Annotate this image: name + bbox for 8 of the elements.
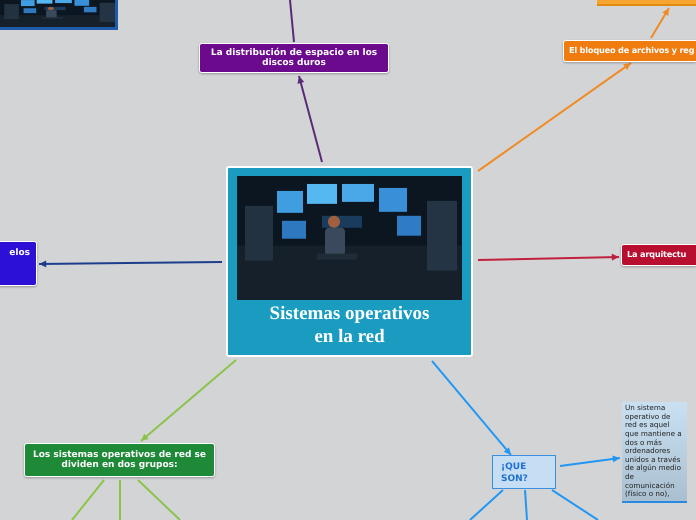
central-title: Sistemas operativos en la red — [268, 303, 430, 349]
topic-node[interactable]: El bloqueo de archivos y reg — [563, 40, 696, 62]
topic-node[interactable]: La arquitectu — [621, 244, 696, 266]
topic-node[interactable]: Los sistemas operativos de red se dividen en dos grupos: — [24, 443, 215, 477]
subtopic-node[interactable]: ¡QUE SON? — [492, 455, 556, 489]
central-topic[interactable]: Sistemas operativos en la red — [226, 166, 473, 357]
topic-node[interactable]: La distribución de espacio en los discos duros — [199, 43, 389, 73]
topic-node[interactable]: elos — [0, 241, 37, 286]
